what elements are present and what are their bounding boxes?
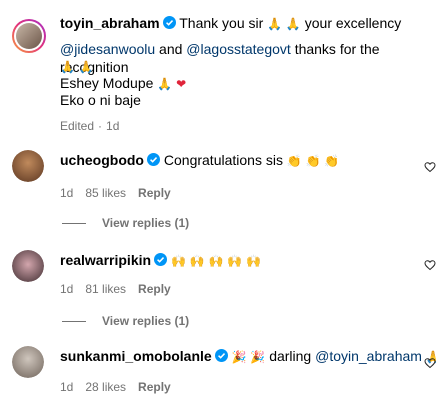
caption-meta: Edited · 1d — [60, 119, 131, 133]
pray-emoji: 🙏 🙏 — [267, 17, 301, 31]
comment-text: darling — [269, 348, 312, 364]
timestamp[interactable]: 1d — [60, 186, 73, 200]
caption-text: Eshey Modupe — [60, 75, 154, 91]
party-popper-emoji: 🎉 🎉 — [231, 350, 266, 364]
reply-button[interactable]: Reply — [138, 380, 171, 394]
comment-body: ucheogbodo Congratulations sis 👏 👏 👏 — [60, 151, 339, 170]
comment-meta: 1d 81 likes Reply — [60, 282, 183, 296]
verified-icon — [162, 16, 176, 29]
timestamp[interactable]: 1d — [60, 380, 73, 394]
comment-meta: 1d 28 likes Reply — [60, 380, 183, 394]
timestamp[interactable]: 1d — [60, 282, 73, 296]
caption-line-5: Eko o ni baje — [60, 91, 141, 109]
comment-body: sunkanmi_omobolanle 🎉 🎉 darling @toyin_a… — [60, 347, 436, 366]
timestamp[interactable]: 1d — [106, 119, 119, 133]
comment-body: realwarripikin 🙌 🙌 🙌 🙌 🙌 — [60, 251, 261, 270]
view-replies-button[interactable]: View replies (1) — [62, 216, 189, 230]
view-replies-label: View replies (1) — [102, 216, 190, 230]
mention-link[interactable]: @lagosstategovt — [186, 41, 291, 57]
reply-button[interactable]: Reply — [138, 186, 171, 200]
caption-text: Thank you sir — [179, 15, 264, 31]
red-heart-emoji: ❤ — [176, 77, 187, 91]
like-heart-icon[interactable] — [424, 161, 436, 173]
caption-text: and — [159, 41, 183, 57]
separator: · — [98, 119, 103, 133]
divider-line — [62, 320, 86, 322]
pray-emoji: 🙏 🙏 — [60, 60, 94, 74]
caption-text: your excellency — [304, 15, 402, 31]
mention-link[interactable]: @toyin_abraham — [315, 348, 422, 364]
likes-count[interactable]: 85 likes — [85, 186, 126, 200]
likes-count[interactable]: 28 likes — [85, 380, 126, 394]
caption-line-2: @jidesanwoolu and @lagosstategovt thanks… — [60, 40, 430, 76]
avatar[interactable] — [12, 19, 46, 53]
likes-count[interactable]: 81 likes — [85, 282, 126, 296]
comment-username[interactable]: realwarripikin — [60, 252, 151, 268]
reply-button[interactable]: Reply — [138, 282, 171, 296]
caption-text: Eko o ni baje — [60, 92, 141, 108]
view-replies-label: View replies (1) — [102, 314, 190, 328]
raising-hands-emoji: 🙌 🙌 🙌 🙌 🙌 — [170, 254, 261, 268]
comment-username[interactable]: sunkanmi_omobolanle — [60, 348, 212, 364]
view-replies-button[interactable]: View replies (1) — [62, 314, 189, 328]
avatar[interactable] — [12, 346, 44, 378]
comment-username[interactable]: ucheogbodo — [60, 152, 144, 168]
like-heart-icon[interactable] — [424, 259, 436, 271]
comment-meta: 1d 85 likes Reply — [60, 186, 183, 200]
avatar[interactable] — [12, 150, 44, 182]
like-heart-icon[interactable] — [424, 357, 436, 369]
caption-username[interactable]: toyin_abraham — [60, 15, 160, 31]
verified-icon — [154, 253, 168, 266]
verified-icon — [147, 153, 160, 166]
verified-icon — [214, 349, 228, 362]
edited-label: Edited — [60, 119, 95, 133]
comment-text: Congratulations sis — [163, 152, 283, 168]
mention-link[interactable]: @jidesanwoolu — [60, 41, 155, 57]
caption-header: toyin_abraham Thank you sir 🙏 🙏 your exc… — [60, 14, 430, 33]
divider-line — [62, 222, 86, 224]
clapping-emoji: 👏 👏 👏 — [286, 154, 340, 168]
pray-emoji: 🙏 — [157, 77, 173, 91]
avatar[interactable] — [12, 250, 44, 282]
